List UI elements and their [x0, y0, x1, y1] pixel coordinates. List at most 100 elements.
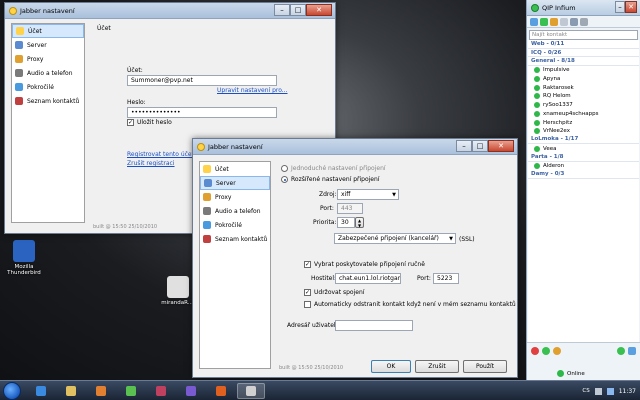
phone-icon[interactable] — [617, 347, 625, 355]
password-input[interactable]: •••••••••••••• — [127, 107, 277, 118]
system-tray: CS 11:37 — [582, 381, 636, 400]
status-icon[interactable] — [542, 347, 550, 355]
minimize-button[interactable]: – — [274, 4, 290, 16]
nav-item-ucet[interactable]: Účet — [12, 24, 84, 38]
apply-button[interactable]: Použít — [463, 360, 507, 373]
manual-host-checkbox[interactable]: ✓ Vybrat poskytovatele připojení ručně — [304, 261, 425, 268]
nav-item-advanced[interactable]: Pokročilé — [200, 218, 270, 232]
contact-item[interactable]: Alderon — [528, 162, 639, 171]
close-button[interactable]: ✕ — [306, 4, 332, 16]
cancel-registration-link[interactable]: Zrušit registraci — [127, 160, 175, 167]
qip-infium-window: QIP Infium – ✕ Najít kontakt Web - 0/11 I… — [526, 0, 640, 380]
nav-item-proxy[interactable]: Proxy — [200, 190, 270, 204]
contact-item[interactable]: xnameup4schнapps — [528, 110, 639, 119]
qip-logo-icon — [531, 3, 539, 12]
taskbar-explorer[interactable] — [57, 383, 85, 399]
nav-item-server[interactable]: Server — [12, 38, 84, 52]
desktop-icon-thunderbird[interactable]: Mozilla Thunderbird — [4, 240, 44, 276]
chevron-down-icon: ▼ — [449, 236, 453, 242]
status-icon[interactable] — [531, 347, 539, 355]
nav-item-server[interactable]: Server — [200, 176, 270, 190]
nav-item-advanced[interactable]: Pokročilé — [12, 80, 84, 94]
contact-group[interactable]: Web - 0/11 — [528, 40, 639, 49]
close-button[interactable]: ✕ — [625, 1, 637, 13]
contact-item[interactable]: Apyna — [528, 75, 639, 84]
contact-group[interactable]: Parta - 1/8 — [528, 153, 639, 162]
title-bar[interactable]: Jabber nastavení – □ ✕ — [5, 3, 335, 19]
save-password-checkbox[interactable]: ✓ Uložit heslo — [127, 119, 172, 126]
contacts-icon[interactable] — [530, 17, 538, 26]
contacts-icon[interactable] — [628, 347, 636, 355]
auto-remove-checkbox[interactable]: Automaticky odstranit kontakt když není … — [304, 301, 516, 308]
checkbox-box: ✓ — [304, 261, 311, 268]
taskbar-torrent[interactable] — [117, 383, 145, 399]
nav-item-proxy[interactable]: Proxy — [12, 52, 84, 66]
contact-item[interactable]: Impulsive — [528, 66, 639, 75]
cancel-button[interactable]: Zrušit — [415, 360, 459, 373]
port-input[interactable]: 443 — [337, 203, 363, 214]
host-input[interactable]: chat.eun1.lol.riotgames.cc — [335, 273, 401, 284]
ok-button[interactable]: OK — [371, 360, 411, 373]
start-button[interactable] — [3, 381, 21, 400]
media-icon — [96, 385, 106, 396]
nav-item-audio[interactable]: Audio a telefon — [12, 66, 84, 80]
contact-item[interactable]: RQ Helom — [528, 92, 639, 101]
online-icon — [534, 76, 540, 83]
contact-group[interactable]: General - 8/18 — [528, 57, 639, 67]
network-icon[interactable] — [606, 387, 614, 395]
contact-item[interactable]: Raktarosek — [528, 83, 639, 92]
qip-status[interactable]: Online — [557, 370, 585, 377]
qip-bottom-bar: Online — [527, 342, 640, 380]
section-title: Účet — [97, 25, 111, 32]
account-input[interactable]: Summoner@pvp.net — [127, 75, 277, 86]
keep-alive-checkbox[interactable]: ✓ Udržovat spojení — [304, 289, 364, 296]
contact-group[interactable]: LoLmoka - 1/17 — [528, 136, 639, 145]
taskbar-fox[interactable] — [207, 383, 235, 399]
minimize-button[interactable]: – — [456, 140, 472, 152]
nav-item-contacts[interactable]: Seznam kontaktů — [200, 232, 270, 246]
taskbar-media[interactable] — [87, 383, 115, 399]
history-icon[interactable] — [550, 17, 558, 26]
advanced-icon — [15, 83, 23, 91]
contact-group[interactable]: ICQ - 0/26 — [528, 49, 639, 58]
advanced-connection-radio[interactable]: Rozšířené nastavení připojení — [281, 176, 379, 183]
nav-item-contacts[interactable]: Seznam kontaktů — [12, 94, 84, 108]
title-bar[interactable]: Jabber nastavení – □ ✕ — [193, 139, 517, 155]
contact-item[interactable]: rySoo1337 — [528, 101, 639, 110]
nav-item-ucet[interactable]: Účet — [200, 162, 270, 176]
taskbar-miranda[interactable] — [237, 382, 265, 399]
nav-item-audio[interactable]: Audio a telefon — [200, 204, 270, 218]
contact-item[interactable]: Herschpitz — [528, 118, 639, 127]
clock[interactable]: 11:37 — [619, 388, 636, 395]
maximize-button[interactable]: □ — [290, 4, 306, 16]
register-account-link[interactable]: Registrovat tento účet... — [127, 151, 200, 158]
priority-input[interactable]: 30 — [337, 217, 355, 228]
close-button[interactable]: ✕ — [488, 140, 514, 152]
security-select[interactable]: Zabezpečené připojení (kancelář) ▼ — [334, 233, 456, 244]
minimize-button[interactable]: – — [615, 1, 625, 13]
contact-search-input[interactable]: Najít kontakt — [529, 30, 638, 40]
priority-label: Priorita: — [313, 219, 337, 226]
maximize-button[interactable]: □ — [472, 140, 488, 152]
source-select[interactable]: xiff ▼ — [337, 189, 399, 200]
contact-item[interactable]: Veea — [528, 144, 639, 153]
edit-settings-link[interactable]: Upravit nastavení pro... — [217, 87, 288, 94]
users-icon[interactable] — [540, 17, 548, 26]
online-icon — [534, 110, 540, 117]
taskbar-game[interactable] — [177, 383, 205, 399]
port2-input[interactable]: 5223 — [433, 273, 459, 284]
contact-group[interactable]: Damy - 0/3 — [528, 170, 639, 179]
taskbar-app[interactable] — [147, 383, 175, 399]
taskbar-ie[interactable] — [27, 383, 55, 399]
menu-icon[interactable] — [580, 17, 588, 26]
mail-icon[interactable] — [560, 17, 568, 26]
language-indicator[interactable]: CS — [582, 388, 589, 394]
status-icon[interactable] — [553, 347, 561, 355]
title-bar[interactable]: QIP Infium – ✕ — [527, 0, 640, 16]
contact-item[interactable]: VrNee2ex — [528, 127, 639, 136]
user-directory-input[interactable] — [335, 320, 413, 331]
simple-connection-radio[interactable]: Jednoduché nastavení připojení — [281, 165, 386, 172]
settings-icon[interactable] — [570, 17, 578, 26]
priority-spinner[interactable]: ▲ ▼ — [355, 217, 364, 228]
volume-icon[interactable] — [594, 387, 602, 395]
